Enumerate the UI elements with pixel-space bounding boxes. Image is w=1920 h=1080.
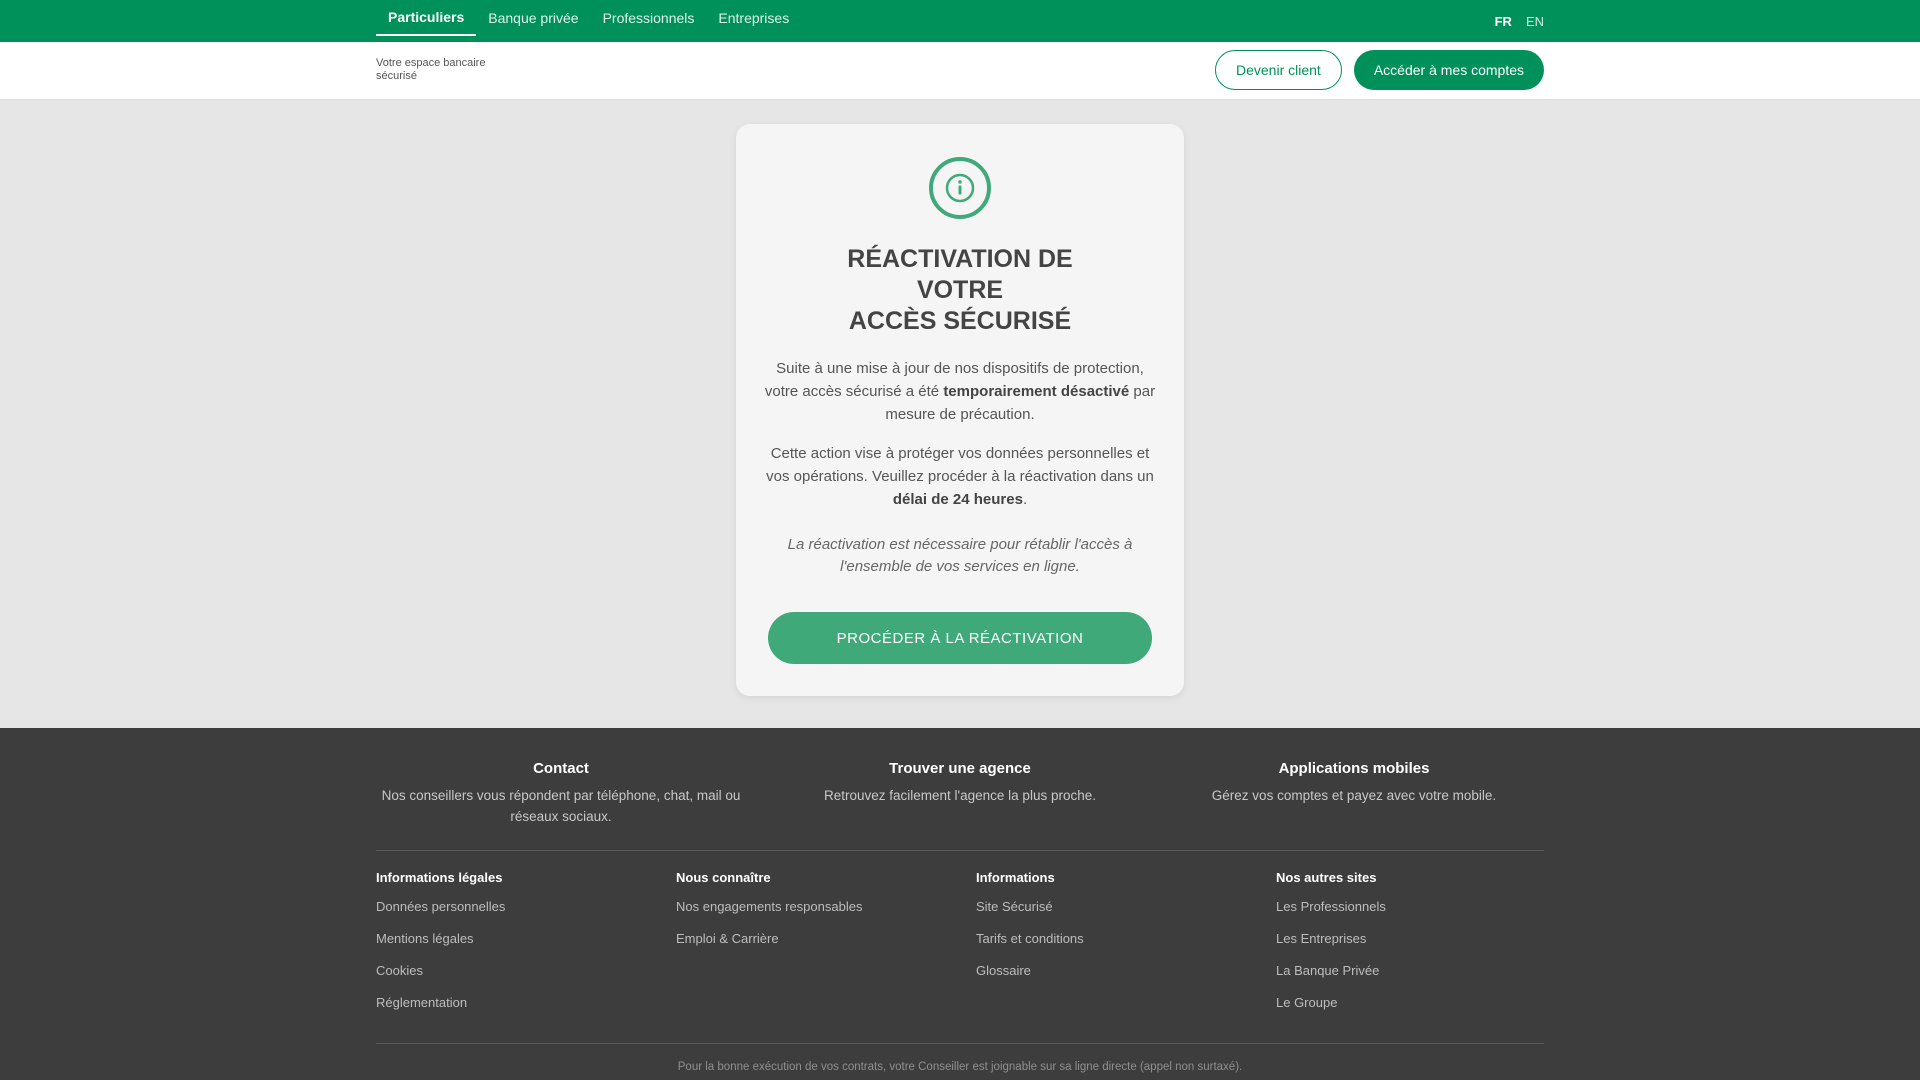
proceed-reactivation-button[interactable]: PROCÉDER À LA RÉACTIVATION: [768, 612, 1152, 664]
notice-paragraph: Suite à une mise à jour de nos dispositi…: [764, 360, 1156, 423]
footer-service-apps[interactable]: Applications mobiles Gérez vos comptes e…: [1164, 760, 1544, 806]
footer-link[interactable]: Mentions légales: [376, 931, 656, 949]
footer-column-info: Informations Site Sécurisé Tarifs et con…: [976, 870, 1256, 995]
card-title-line: ACCÈS SÉCURISÉ: [848, 307, 1072, 335]
footer-service-text: Retrouvez facilement l'agence la plus pr…: [824, 788, 1096, 803]
footer-link[interactable]: Réglementation: [376, 995, 656, 1013]
footer-link[interactable]: La Banque Privée: [1276, 963, 1556, 981]
info-paragraph: La réactivation est nécessaire pour réta…: [787, 536, 1133, 575]
info-icon: [929, 157, 991, 219]
footer-legal-text: Pour la bonne exécution de vos contrats,…: [677, 1061, 1243, 1073]
footer-service-contact[interactable]: Contact Nos conseillers vous répondent p…: [371, 760, 751, 827]
lang-fr[interactable]: FR: [1495, 14, 1512, 29]
tab-banque-privee[interactable]: Banque privée: [476, 0, 590, 36]
footer-service-title: Applications mobiles: [1278, 760, 1430, 777]
card-title: RÉACTIVATION DE VOTRE ACCÈS SÉCURISÉ: [736, 244, 1184, 337]
footer-service-title: Contact: [533, 760, 589, 777]
deadline-text: délai de 24 heures: [892, 491, 1023, 508]
tab-entreprises[interactable]: Entreprises: [706, 0, 801, 36]
footer-link[interactable]: Les Professionnels: [1276, 899, 1556, 917]
footer-link[interactable]: Données personnelles: [376, 899, 656, 917]
tab-professionnels[interactable]: Professionnels: [591, 0, 707, 36]
footer-column-about: Nous connaître Nos engagements responsab…: [676, 870, 956, 963]
footer-link[interactable]: Tarifs et conditions: [976, 931, 1256, 949]
site-footer: Contact Nos conseillers vous répondent p…: [0, 728, 1920, 1080]
header-tagline: Votre espace bancaire sécurisé: [376, 57, 486, 82]
footer-service-text: Gérez vos comptes et payez avec votre mo…: [1211, 788, 1497, 803]
footer-column-title: Informations légales: [376, 870, 503, 885]
card-title-line: VOTRE: [916, 276, 1004, 304]
footer-divider: [376, 850, 1544, 851]
footer-service-agency[interactable]: Trouver une agence Retrouvez facilement …: [770, 760, 1150, 806]
emphasis-text: temporairement désactivé: [943, 383, 1130, 400]
footer-column-other-sites: Nos autres sites Les Professionnels Les …: [1276, 870, 1556, 1027]
language-switcher: FR EN: [1495, 0, 1544, 42]
reactivation-card: RÉACTIVATION DE VOTRE ACCÈS SÉCURISÉ Sui…: [736, 124, 1184, 696]
footer-link[interactable]: Le Groupe: [1276, 995, 1556, 1013]
footer-link[interactable]: Glossaire: [976, 963, 1256, 981]
footer-column-title: Informations: [976, 870, 1055, 885]
become-client-button[interactable]: Devenir client: [1215, 50, 1342, 90]
deadline-paragraph: Cette action vise à protéger vos données…: [766, 445, 1154, 508]
tab-particuliers[interactable]: Particuliers: [376, 0, 477, 36]
footer-link[interactable]: Cookies: [376, 963, 656, 981]
top-navigation: Particuliers Banque privée Professionnel…: [0, 0, 1920, 42]
card-title-line: RÉACTIVATION DE: [847, 245, 1073, 273]
segment-tabs: Particuliers Banque privée Professionnel…: [376, 0, 801, 42]
footer-link[interactable]: Les Entreprises: [1276, 931, 1556, 949]
footer-link[interactable]: Nos engagements responsables: [676, 899, 956, 917]
lang-en[interactable]: EN: [1526, 14, 1544, 29]
footer-column-title: Nous connaître: [676, 870, 771, 885]
footer-column-title: Nos autres sites: [1276, 870, 1377, 885]
footer-link[interactable]: Site Sécurisé: [976, 899, 1256, 917]
footer-column-legal: Informations légales Données personnelle…: [376, 870, 656, 1027]
footer-service-text: Nos conseillers vous répondent par télép…: [381, 788, 741, 824]
access-accounts-button[interactable]: Accéder à mes comptes: [1353, 50, 1544, 90]
site-header: Votre espace bancaire sécurisé Devenir c…: [0, 42, 1920, 100]
footer-link[interactable]: Emploi & Carrière: [676, 931, 956, 949]
footer-divider: [376, 1043, 1544, 1044]
footer-service-title: Trouver une agence: [889, 760, 1031, 777]
